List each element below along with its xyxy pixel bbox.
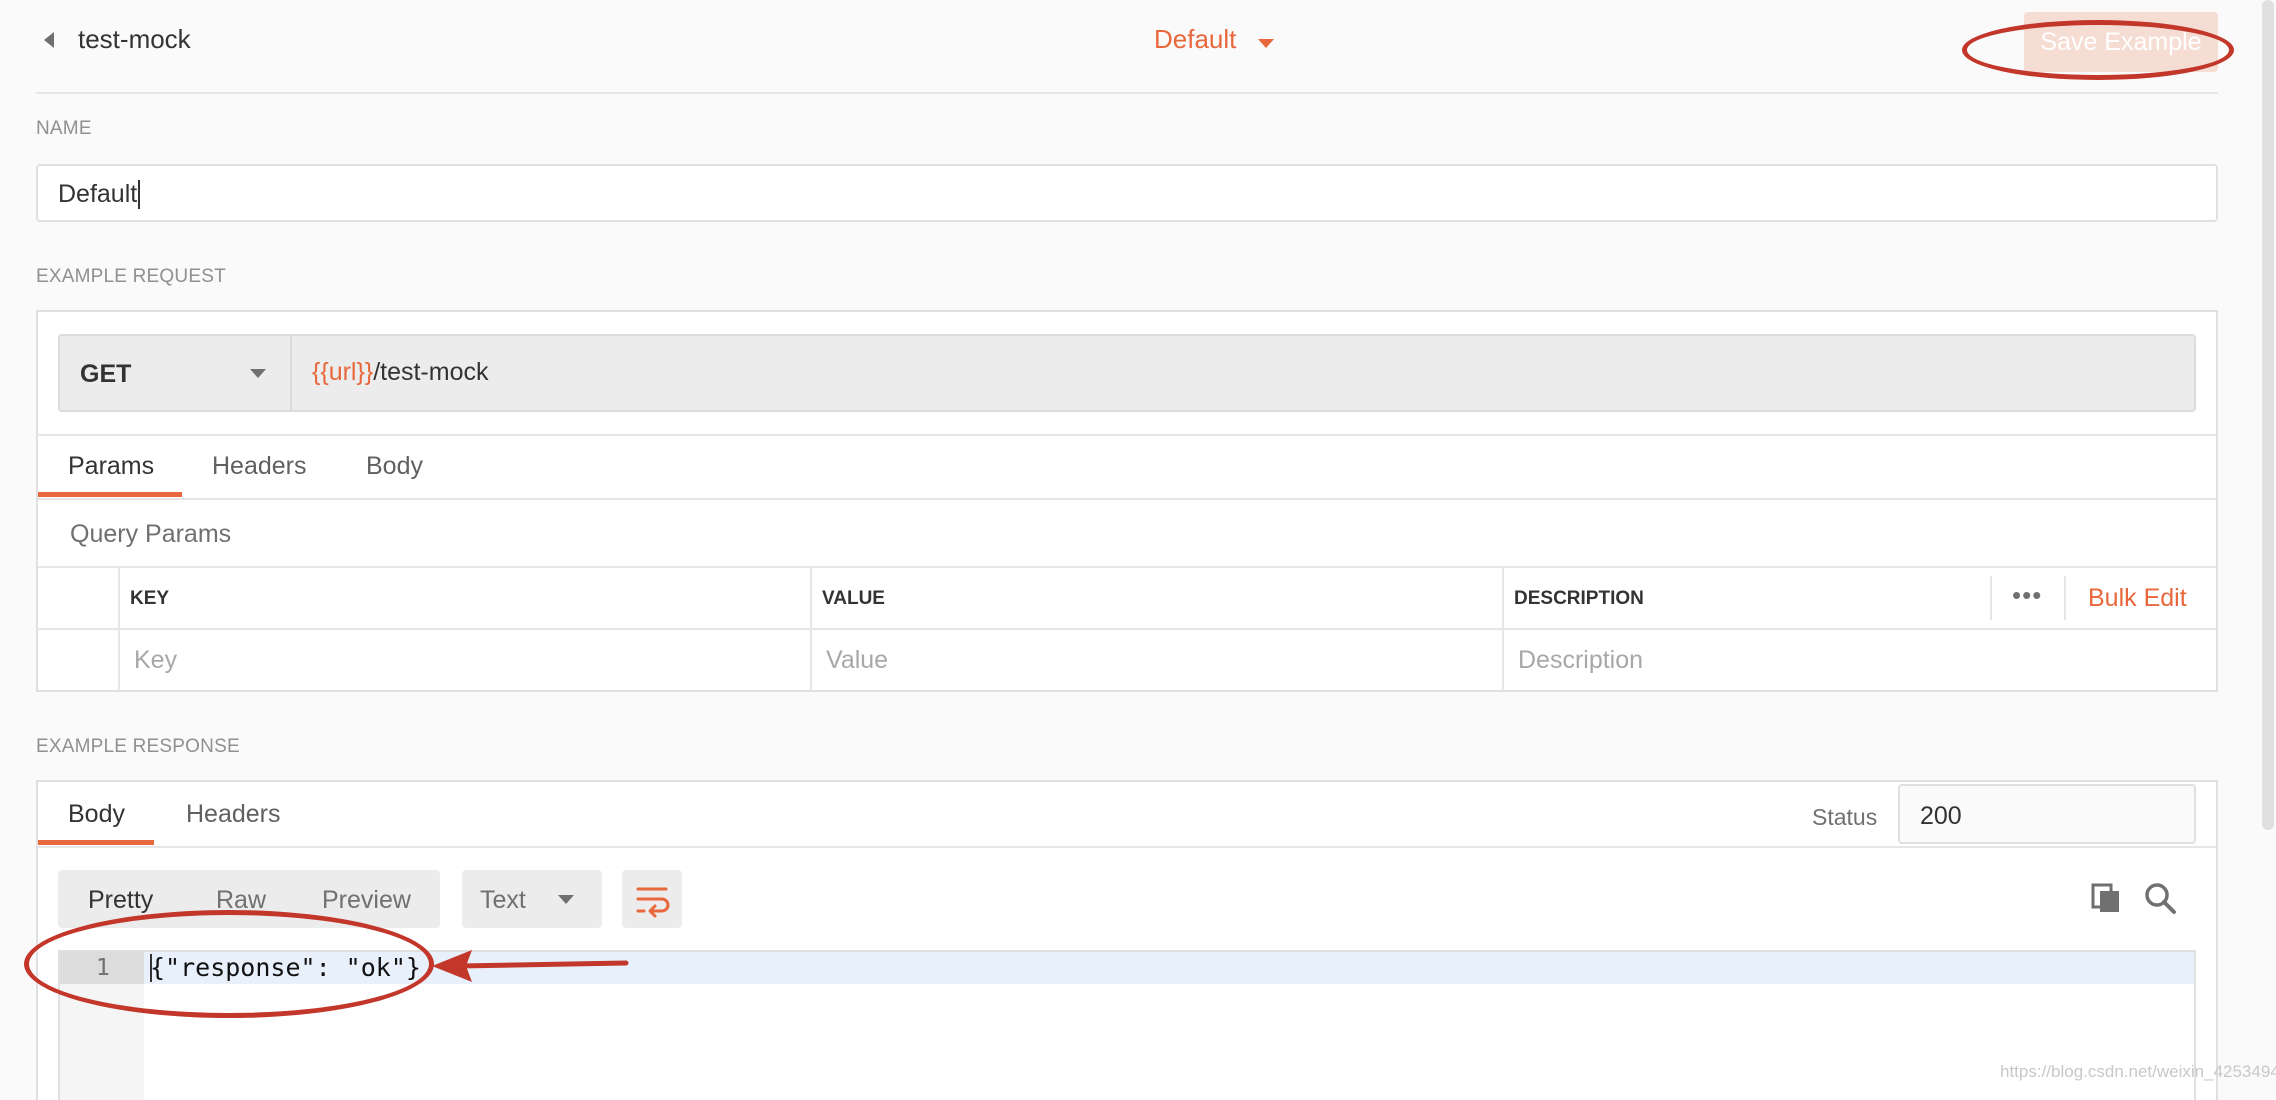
chevron-down-icon[interactable]: [250, 369, 266, 378]
column-header-description: DESCRIPTION: [1514, 588, 1644, 609]
tab-params[interactable]: Params: [68, 452, 154, 481]
scrollbar[interactable]: [2262, 0, 2274, 830]
watermark: https://blog.csdn.net/weixin_42534940: [2000, 1062, 2276, 1081]
divider: [38, 498, 2216, 500]
name-input-value: Default: [58, 180, 141, 209]
divider: [38, 628, 2216, 630]
wrap-lines-button[interactable]: [622, 870, 682, 928]
divider: [38, 434, 2216, 436]
name-input[interactable]: Default: [36, 164, 2218, 222]
example-response-label: EXAMPLE RESPONSE: [36, 736, 240, 757]
view-preview-button[interactable]: Preview: [322, 886, 411, 915]
back-arrow-icon[interactable]: [44, 32, 54, 48]
url-input[interactable]: {{url}}/test-mock: [290, 334, 2196, 412]
wrap-lines-icon: [636, 887, 670, 918]
divider: [38, 846, 2216, 848]
format-value[interactable]: Text: [480, 886, 526, 915]
column-divider: [2064, 576, 2066, 620]
column-divider: [1990, 576, 1992, 620]
column-divider: [1502, 568, 1504, 690]
divider: [38, 566, 2216, 568]
tab-response-headers[interactable]: Headers: [186, 800, 281, 829]
tab-response-body[interactable]: Body: [68, 800, 125, 829]
chevron-down-icon[interactable]: [1258, 39, 1274, 48]
query-params-title: Query Params: [70, 520, 232, 548]
bulk-edit-link[interactable]: Bulk Edit: [2088, 584, 2187, 613]
annotation-ellipse: [24, 910, 434, 1018]
chevron-down-icon[interactable]: [558, 895, 574, 904]
more-icon[interactable]: •••: [2012, 580, 2042, 611]
name-label: NAME: [36, 118, 92, 139]
tab-headers[interactable]: Headers: [212, 452, 307, 481]
header-divider: [36, 92, 2218, 94]
search-icon[interactable]: [2142, 880, 2178, 916]
view-pretty-button[interactable]: Pretty: [88, 886, 153, 915]
status-label: Status: [1812, 804, 1878, 830]
tab-body[interactable]: Body: [366, 452, 423, 481]
method-value[interactable]: GET: [80, 360, 131, 389]
status-input[interactable]: 200: [1898, 784, 2196, 844]
copy-icon[interactable]: [2090, 882, 2122, 914]
column-header-key: KEY: [130, 588, 170, 609]
active-tab-indicator: [38, 840, 154, 845]
active-tab-indicator: [38, 492, 182, 497]
description-input[interactable]: Description: [1518, 646, 1643, 675]
column-divider: [810, 568, 812, 690]
annotation-arrow: [432, 950, 629, 982]
example-selector[interactable]: Default: [1154, 24, 1236, 55]
column-header-value: VALUE: [822, 588, 885, 609]
url-path: /test-mock: [373, 358, 489, 386]
column-divider: [118, 568, 120, 690]
value-input[interactable]: Value: [826, 646, 888, 675]
example-request-label: EXAMPLE REQUEST: [36, 266, 226, 287]
collection-title[interactable]: test-mock: [78, 24, 191, 55]
annotation-ellipse: [1962, 20, 2234, 80]
url-variable: {{url}}: [312, 358, 374, 386]
key-input[interactable]: Key: [134, 646, 177, 675]
